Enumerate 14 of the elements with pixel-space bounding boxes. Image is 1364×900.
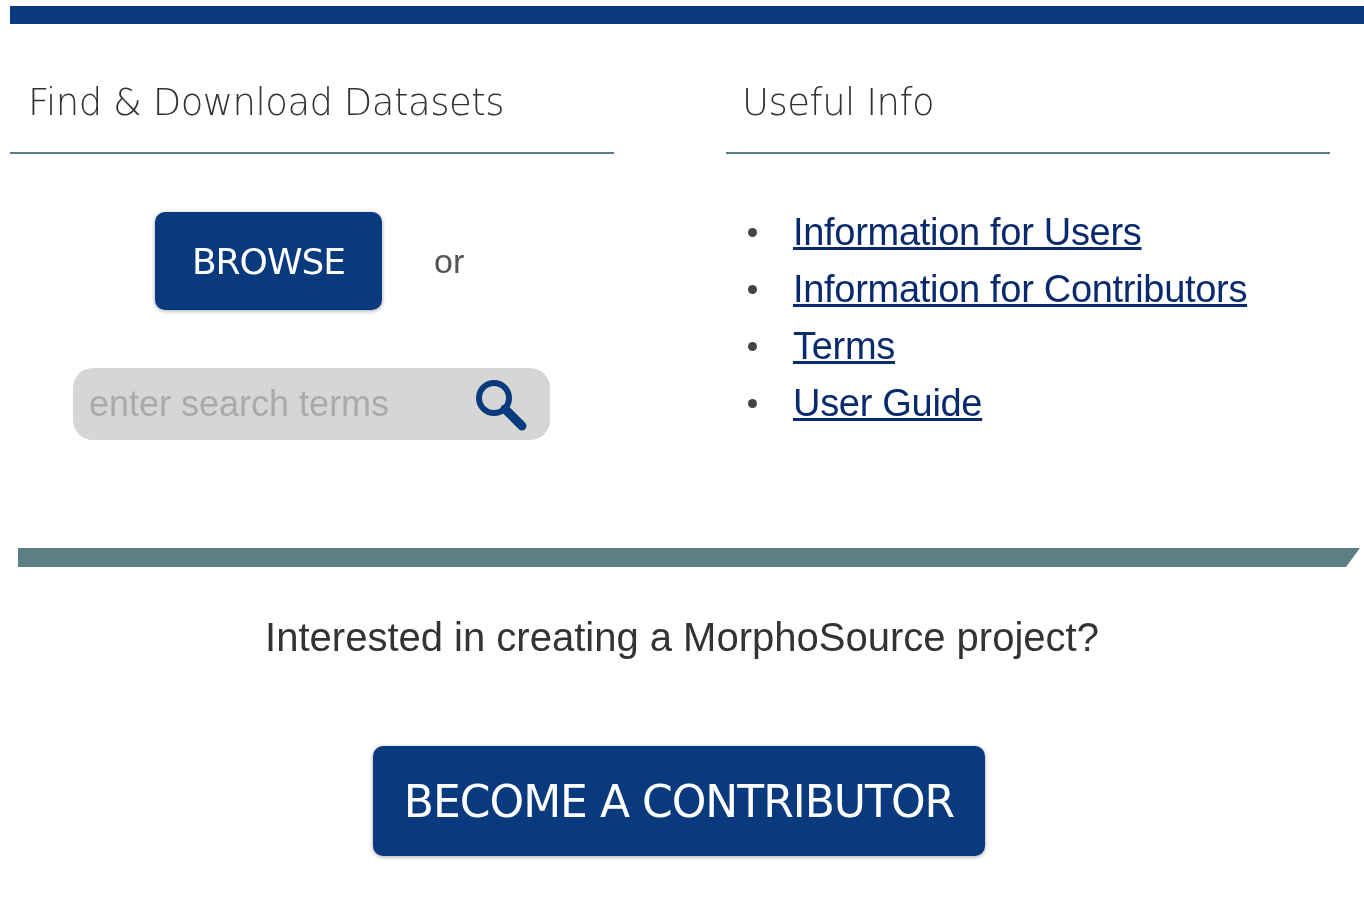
- bullet-icon: [748, 285, 757, 294]
- section-heading: Find & Download Datasets: [27, 80, 506, 126]
- info-link[interactable]: User Guide: [793, 382, 983, 425]
- contributor-button[interactable]: BECOME A CONTRIBUTOR: [373, 746, 985, 856]
- or-text: or: [434, 241, 465, 281]
- contributor-prompt: Interested in creating a MorphoSource project?: [264, 615, 1100, 660]
- info-link[interactable]: Information for Users: [793, 211, 1142, 254]
- bullet-icon: [748, 399, 757, 408]
- section-heading: Useful Info: [741, 80, 936, 126]
- browse-button[interactable]: BROWSE: [155, 212, 382, 310]
- bullet-icon: [748, 228, 757, 237]
- bullet-icon: [748, 342, 757, 351]
- info-link[interactable]: Terms: [793, 325, 895, 368]
- info-link[interactable]: Information for Contributors: [793, 268, 1248, 311]
